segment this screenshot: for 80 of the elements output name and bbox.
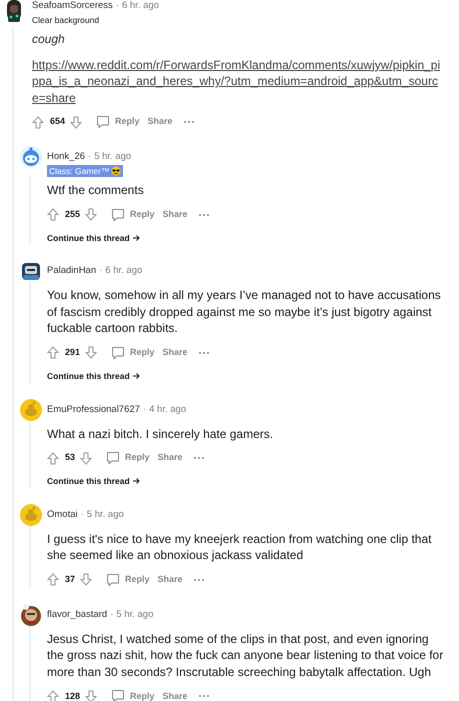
username[interactable]: flavor_bastard <box>47 608 108 621</box>
more-options-icon[interactable] <box>198 694 210 698</box>
comment-text: cough <box>32 31 66 48</box>
timestamp: 5 hr. ago <box>116 608 154 621</box>
downvote-icon[interactable] <box>85 690 98 701</box>
comment-link[interactable]: https://www.reddit.com/r/ForwardsFromKlandma/comments/xuwjyw/pipkin_pippa_is_a_neonazi_and_heres_why/?utm_medium=android_app&utm_source=share <box>32 56 444 106</box>
continue-thread-link[interactable]: Continue this thread <box>47 370 140 382</box>
avatar-icon <box>20 260 42 282</box>
downvote-icon[interactable] <box>80 452 92 464</box>
upvote-icon[interactable] <box>47 346 59 360</box>
downvote-icon[interactable] <box>80 573 92 586</box>
reply-button[interactable]: Reply <box>111 689 155 701</box>
downvote-icon[interactable] <box>85 346 98 360</box>
separator-dot: · <box>116 0 119 12</box>
upvote-icon[interactable] <box>47 452 59 464</box>
avatar-icon <box>20 504 42 526</box>
reply-button[interactable]: Reply <box>111 346 155 360</box>
comment-bubble-icon <box>111 689 126 701</box>
continue-thread-link[interactable]: Continue this thread <box>47 232 140 244</box>
user-flair: Class: Gamer™ <box>47 165 124 177</box>
more-options-icon[interactable] <box>182 120 195 124</box>
vote-score: 654 <box>50 115 66 128</box>
separator-dot: · <box>99 265 102 278</box>
user-flair: Clear background <box>32 14 100 26</box>
upvote-icon[interactable] <box>47 690 59 701</box>
timestamp: 4 hr. ago <box>149 404 186 416</box>
reply-button[interactable]: Reply <box>106 572 150 587</box>
reply-button[interactable]: Reply <box>111 208 155 222</box>
upvote-icon[interactable] <box>47 573 59 586</box>
downvote-icon[interactable] <box>70 116 82 128</box>
timestamp: 5 hr. ago <box>86 508 124 521</box>
comment-bubble-icon <box>96 115 110 129</box>
arrow-right-icon <box>132 477 140 486</box>
more-options-icon[interactable] <box>192 456 205 460</box>
arrow-right-icon <box>132 372 140 380</box>
comment-bubble-icon <box>106 572 120 587</box>
avatar-icon <box>20 146 42 168</box>
comment-text: You know, somehow in all my years I’ve managed not to have accusations of fascism credibly dropped against me so maybe it’s just bigotry against fuckable cartoon rabbits. <box>47 287 442 337</box>
username[interactable]: Omotai <box>47 508 78 521</box>
comment-text: What a nazi bitch. I sincerely hate gamers. <box>47 426 274 442</box>
share-button[interactable]: Share <box>158 573 183 586</box>
more-options-icon[interactable] <box>198 212 210 216</box>
share-button[interactable]: Share <box>162 208 188 222</box>
more-options-icon[interactable] <box>198 350 210 355</box>
separator-dot: · <box>110 608 114 621</box>
username[interactable]: PaladinHan <box>47 265 96 278</box>
reply-button[interactable]: Reply <box>106 451 150 465</box>
arrow-right-icon <box>132 234 140 242</box>
timestamp: 5 hr. ago <box>94 151 132 163</box>
vote-score: 37 <box>65 573 76 586</box>
share-button[interactable]: Share <box>148 115 173 129</box>
share-button[interactable]: Share <box>162 690 188 701</box>
comment-bubble-icon <box>111 208 126 222</box>
vote-score: 291 <box>65 346 80 359</box>
comment-text: I guess it's nice to have my kneejerk reaction from watching one clip that she seemed like an obnoxious jackass validated <box>47 530 432 564</box>
more-options-icon[interactable] <box>192 578 205 582</box>
username[interactable]: EmuProfessional7627 <box>47 404 140 416</box>
separator-dot: · <box>142 404 146 416</box>
username[interactable]: Honk_26 <box>47 151 86 163</box>
comment-bubble-icon <box>111 346 126 360</box>
comment-bubble-icon <box>106 451 120 465</box>
comment-text: Wtf the comments <box>47 182 145 198</box>
separator-dot: · <box>80 508 84 521</box>
upvote-icon[interactable] <box>32 116 44 128</box>
vote-score: 53 <box>65 451 76 464</box>
continue-thread-link[interactable]: Continue this thread <box>47 475 140 488</box>
vote-score: 128 <box>65 690 80 701</box>
separator-dot: · <box>88 151 92 163</box>
upvote-icon[interactable] <box>47 208 59 221</box>
timestamp: 6 hr. ago <box>122 0 159 12</box>
comment-text: Jesus Christ, I watched some of the clips in that post, and even ignoring the gross nazi shit, how the fuck can anyone bear listening to that voice for more than 30 seconds? Inscrutable screeching babytalk affectation. Ugh <box>47 630 444 680</box>
reply-button[interactable]: Reply <box>96 115 140 129</box>
sunglasses-face-icon <box>111 166 122 176</box>
avatar-icon <box>20 398 42 420</box>
downvote-icon[interactable] <box>85 208 98 221</box>
timestamp: 6 hr. ago <box>105 265 142 278</box>
vote-score: 255 <box>65 208 80 221</box>
share-button[interactable]: Share <box>158 451 183 465</box>
share-button[interactable]: Share <box>162 346 188 360</box>
username[interactable]: SeafoamSorceress <box>32 0 113 12</box>
